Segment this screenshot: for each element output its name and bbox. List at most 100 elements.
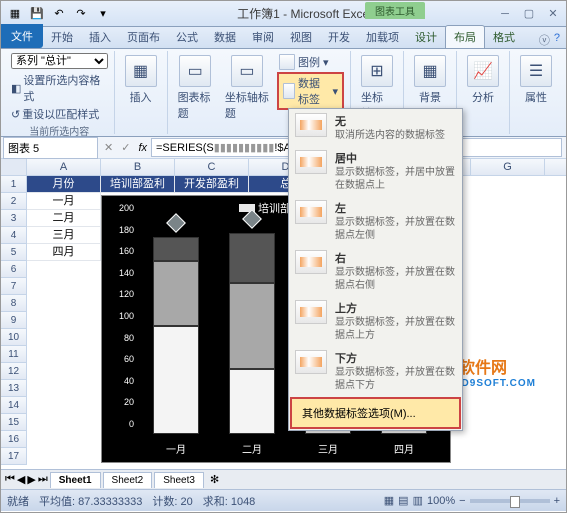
chart-y-axis: 020406080100120140160180200 [108,218,136,434]
chart-title-icon: ▭ [179,55,211,87]
ribbon: 系列 "总计" ◧设置所选内容格式 ↺重设以匹配样式 当前所选内容 ▦插入 ▭图… [1,49,566,137]
reset-icon: ↺ [11,108,20,121]
format-icon: ◧ [11,82,21,95]
view-normal-icon[interactable]: ▦ [384,494,394,507]
dropdown-item[interactable]: 上方显示数据标签，并放置在数据点上方 [289,296,462,346]
axis-title-icon: ▭ [231,55,263,87]
label-position-icon [295,113,327,137]
dropdown-item[interactable]: 下方显示数据标签，并放置在数据点下方 [289,346,462,396]
ribbon-tabs: 文件 开始 插入 页面布 公式 数据 审阅 视图 开发 加载项 设计 布局 格式… [1,27,566,49]
tab-pagelayout[interactable]: 页面布 [119,26,168,48]
tab-layout[interactable]: 布局 [445,25,485,48]
background-button[interactable]: ▦背景 [410,53,450,107]
insert-button[interactable]: ▦插入 [121,53,161,107]
chart-x-axis: 一月二月三月四月 [138,441,442,456]
label-position-icon [295,150,327,174]
qat-customize-icon[interactable]: ▾ [93,4,113,24]
sheet-tab-2[interactable]: Sheet2 [103,472,153,488]
worksheet-area: ABCDEFGH 1234567891011121314151617 月份培训部… [1,159,566,469]
dropdown-item[interactable]: 居中显示数据标签，并居中放置在数据点上 [289,146,462,196]
new-sheet-icon[interactable]: ✻ [206,473,223,486]
background-icon: ▦ [414,55,446,87]
maximize-icon[interactable]: ▢ [520,5,538,23]
tab-review[interactable]: 审阅 [244,26,282,48]
fx-icon[interactable]: fx [134,142,151,154]
group-analysis: 📈分析 [457,51,510,134]
name-box[interactable]: 图表 5 [3,137,98,159]
tab-nav-first-icon[interactable]: ⏮ [5,473,15,486]
minimize-icon[interactable]: ─ [496,5,514,23]
tab-file[interactable]: 文件 [1,24,43,48]
contextual-tab-label: 图表工具 [365,2,425,19]
label-position-icon [295,300,327,324]
tab-dev[interactable]: 开发 [320,26,358,48]
label-position-icon [295,200,327,224]
close-icon[interactable]: ✕ [544,5,562,23]
select-all-corner[interactable] [1,159,27,176]
help-icon[interactable]: ? [554,32,560,48]
ribbon-minimize-icon[interactable]: ⓥ [539,32,550,48]
properties-icon: ☰ [520,55,552,87]
sheet-tab-1[interactable]: Sheet1 [50,472,101,488]
analysis-button[interactable]: 📈分析 [463,53,503,107]
status-bar: 就绪 平均值: 87.33333333 计数: 20 求和: 1048 ▦ ▤ … [1,489,566,511]
axes-icon: ⊞ [361,55,393,87]
status-avg: 平均值: 87.33333333 [39,493,142,509]
more-data-label-options[interactable]: 其他数据标签选项(M)... [290,397,461,429]
dropdown-item[interactable]: 左显示数据标签，并放置在数据点左侧 [289,196,462,246]
zoom-in-icon[interactable]: + [554,495,560,507]
tab-insert[interactable]: 插入 [81,26,119,48]
save-icon[interactable]: 💾 [27,4,47,24]
sheet-tab-3[interactable]: Sheet3 [154,472,204,488]
zoom-out-icon[interactable]: − [459,495,465,507]
tab-addins[interactable]: 加载项 [358,26,407,48]
formula-bar-row: 图表 5 ✕ ✓ fx =SERIES(S▮▮▮▮▮▮▮▮▮▮!$A$5, [1,137,566,159]
data-labels-icon [283,83,295,99]
quick-access-toolbar: ▦ 💾 ↶ ↷ ▾ [5,4,113,24]
dropdown-item[interactable]: 无取消所选内容的数据标签 [289,109,462,146]
status-sum: 求和: 1048 [203,493,256,509]
axis-titles-button[interactable]: ▭坐标轴标题 [221,53,273,123]
picture-icon: ▦ [125,55,157,87]
chart-element-selector[interactable]: 系列 "总计" [11,53,108,69]
data-labels-dropdown: 无取消所选内容的数据标签居中显示数据标签，并居中放置在数据点上左显示数据标签，并… [288,108,463,431]
tab-data[interactable]: 数据 [206,26,244,48]
properties-button[interactable]: ☰属性 [516,53,556,107]
zoom-level[interactable]: 100% [427,495,455,507]
tab-view[interactable]: 视图 [282,26,320,48]
status-ready: 就绪 [7,493,29,509]
tab-home[interactable]: 开始 [43,26,81,48]
tab-nav-prev-icon[interactable]: ◀ [17,473,25,486]
zoom-slider[interactable] [470,499,550,503]
tab-nav-last-icon[interactable]: ⏭ [38,473,48,486]
label-position-icon [295,250,327,274]
window-title: 工作簿1 - Microsoft Excel [113,5,496,22]
view-layout-icon[interactable]: ▤ [398,494,408,507]
enter-formula-icon[interactable]: ✓ [117,141,134,154]
view-pagebreak-icon[interactable]: ▥ [413,494,423,507]
tab-design[interactable]: 设计 [407,26,445,48]
row-headers[interactable]: 1234567891011121314151617 [1,176,27,465]
excel-icon[interactable]: ▦ [5,4,25,24]
reset-style-button[interactable]: ↺重设以匹配样式 [11,105,108,123]
tab-format[interactable]: 格式 [485,26,523,48]
data-labels-button[interactable]: 数据标签▾ [277,72,344,110]
group-properties: ☰属性 [510,51,562,134]
status-count: 计数: 20 [152,493,192,509]
sheet-tabs: ⏮ ◀ ▶ ⏭ Sheet1 Sheet2 Sheet3 ✻ [1,469,566,489]
group-insert: ▦插入 [115,51,168,134]
tab-nav-next-icon[interactable]: ▶ [27,473,35,486]
legend-button[interactable]: 图例▾ [277,53,344,71]
tab-formulas[interactable]: 公式 [168,26,206,48]
label-position-icon [295,350,327,374]
dropdown-item[interactable]: 右显示数据标签，并放置在数据点右侧 [289,246,462,296]
group-current-selection: 系列 "总计" ◧设置所选内容格式 ↺重设以匹配样式 当前所选内容 [5,51,115,134]
legend-icon [279,54,295,70]
analysis-icon: 📈 [467,55,499,87]
cancel-formula-icon[interactable]: ✕ [100,141,117,154]
title-bar: ▦ 💾 ↶ ↷ ▾ 工作簿1 - Microsoft Excel 图表工具 ─ … [1,1,566,27]
redo-icon[interactable]: ↷ [71,4,91,24]
chart-title-button[interactable]: ▭图表标题 [174,53,217,123]
undo-icon[interactable]: ↶ [49,4,69,24]
format-selection-button[interactable]: ◧设置所选内容格式 [11,71,108,105]
